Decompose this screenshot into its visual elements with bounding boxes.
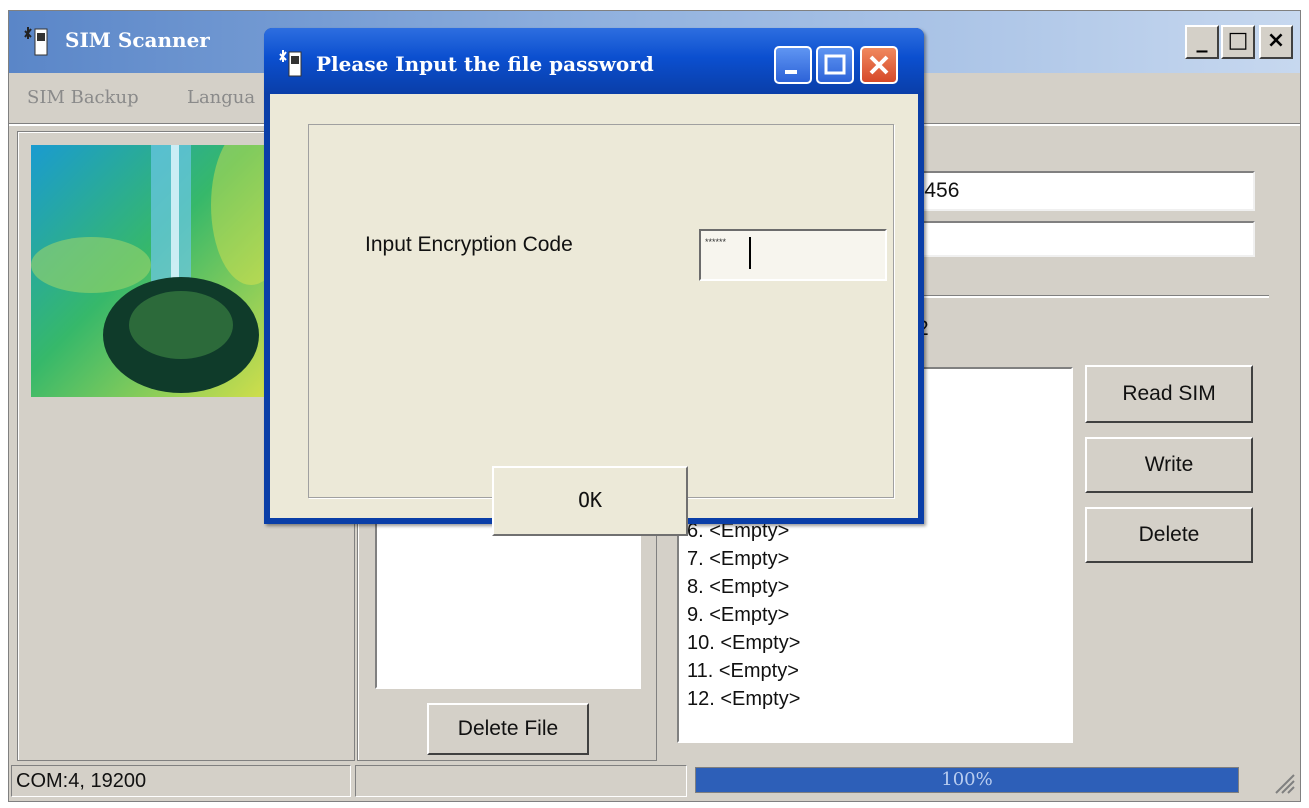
list-item[interactable]: 12. <Empty> bbox=[687, 685, 800, 713]
list-item[interactable]: 11. <Empty> bbox=[687, 657, 799, 685]
dialog-group-box: Input Encryption Code ****** bbox=[308, 124, 894, 498]
dialog-title: Please Input the file password bbox=[316, 52, 654, 76]
list-item[interactable]: 9. <Empty> bbox=[687, 601, 789, 629]
resize-grip-icon[interactable] bbox=[1270, 769, 1296, 795]
maximize-button[interactable]: □ bbox=[1221, 25, 1255, 59]
banner-image bbox=[31, 145, 277, 397]
menu-sim-backup[interactable]: SIM Backup bbox=[27, 87, 139, 108]
ok-button[interactable]: OK bbox=[492, 466, 688, 536]
list-item[interactable]: 7. <Empty> bbox=[687, 545, 789, 573]
port-status: COM:4, 19200 bbox=[16, 770, 147, 792]
dialog-close-button[interactable] bbox=[860, 46, 898, 84]
maximize-icon bbox=[824, 54, 846, 75]
status-bar: COM:4, 19200 100% bbox=[9, 761, 1300, 801]
minimize-icon bbox=[785, 70, 797, 74]
card-number-field[interactable]: 23456 bbox=[889, 171, 1255, 211]
close-button[interactable]: × bbox=[1259, 25, 1293, 59]
dialog-maximize-button[interactable] bbox=[816, 46, 854, 84]
encryption-code-value: ****** bbox=[705, 237, 727, 247]
status-middle-cell bbox=[355, 765, 687, 797]
encryption-code-input[interactable]: ****** bbox=[699, 229, 887, 281]
read-sim-button[interactable]: Read SIM bbox=[1085, 365, 1253, 423]
dialog-minimize-button[interactable] bbox=[774, 46, 812, 84]
delete-file-button[interactable]: Delete File bbox=[427, 703, 589, 755]
dialog-title-bar[interactable]: Please Input the file password bbox=[264, 28, 924, 94]
status-port-cell: COM:4, 19200 bbox=[11, 765, 351, 797]
backup-files-list[interactable] bbox=[375, 521, 641, 689]
text-caret bbox=[749, 237, 751, 269]
close-icon bbox=[869, 55, 889, 75]
progress-label: 100% bbox=[941, 769, 993, 790]
minimize-button[interactable]: _ bbox=[1185, 25, 1219, 59]
delete-button[interactable]: Delete bbox=[1085, 507, 1253, 563]
menu-language[interactable]: Langua bbox=[187, 87, 255, 108]
list-item[interactable]: 10. <Empty> bbox=[687, 629, 800, 657]
write-button[interactable]: Write bbox=[1085, 437, 1253, 493]
dialog-body: Input Encryption Code ****** OK bbox=[270, 94, 918, 536]
progress-bar: 100% bbox=[695, 767, 1239, 793]
list-item[interactable]: 8. <Empty> bbox=[687, 573, 789, 601]
banner-artwork bbox=[31, 145, 277, 397]
app-title: SIM Scanner bbox=[65, 28, 210, 52]
encryption-code-label: Input Encryption Code bbox=[365, 233, 573, 256]
sim-app-icon bbox=[279, 50, 302, 77]
password-dialog: Please Input the file password Input Enc… bbox=[264, 28, 924, 536]
secondary-field[interactable] bbox=[889, 221, 1255, 257]
sim-app-icon bbox=[24, 27, 48, 56]
